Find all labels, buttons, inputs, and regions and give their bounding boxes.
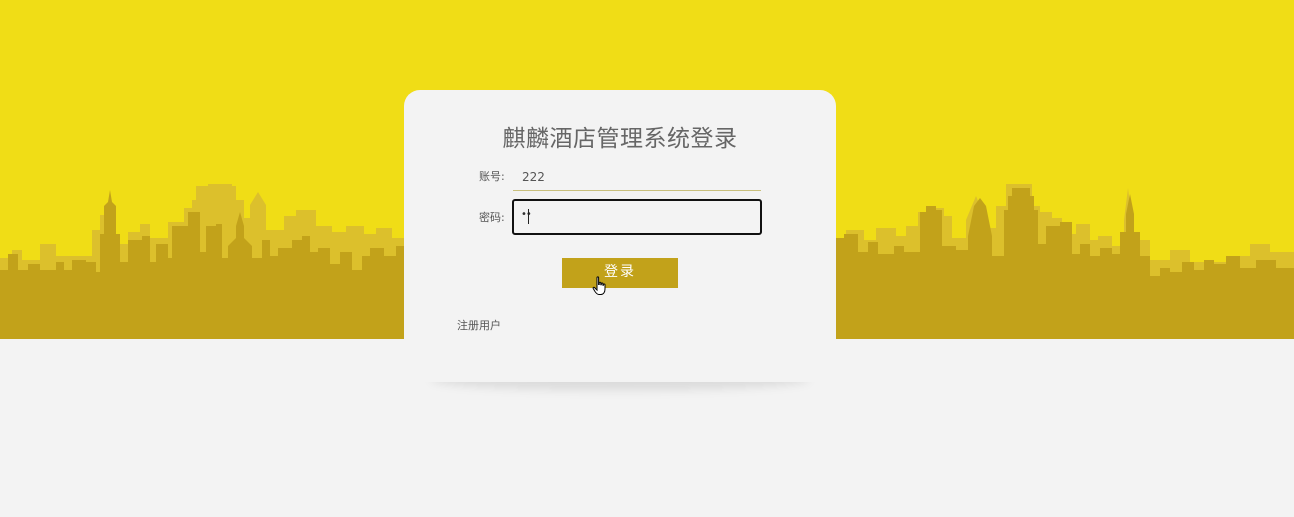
account-label: 账号: — [479, 170, 505, 183]
password-field[interactable]: •• — [512, 199, 762, 235]
login-card: 麒麟酒店管理系统登录 账号: 222 密码: •• 登录 注册用户 — [404, 90, 836, 382]
register-link[interactable]: 注册用户 — [457, 317, 501, 333]
hand-pointer-icon — [592, 276, 606, 295]
account-field[interactable]: 222 — [513, 160, 761, 191]
text-caret — [528, 209, 529, 224]
page-title: 麒麟酒店管理系统登录 — [502, 126, 738, 152]
account-value: 222 — [522, 170, 545, 184]
password-mask: •• — [521, 209, 532, 220]
password-label: 密码: — [479, 211, 505, 224]
login-button[interactable]: 登录 — [562, 258, 678, 288]
